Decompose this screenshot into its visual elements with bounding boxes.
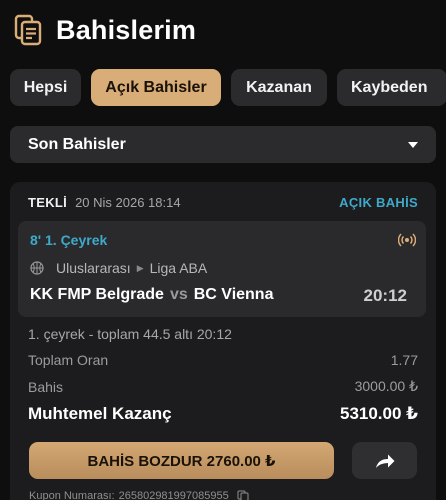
coupon-label: Kupon Numarası:	[29, 490, 115, 500]
bet-card-header: TEKLİ 20 Nis 2026 18:14 AÇIK BAHİS	[28, 193, 418, 211]
caret-down-icon	[408, 141, 418, 148]
copy-icon[interactable]	[237, 490, 249, 500]
share-button[interactable]	[352, 442, 417, 479]
stake-row: Bahis 3000.00 ₺	[28, 378, 418, 395]
potential-win-label: Muhtemel Kazanç	[28, 404, 172, 423]
vs-label: vs	[169, 286, 188, 303]
stake-value: 3000.00 ₺	[354, 378, 418, 394]
away-team: BC Vienna	[193, 286, 274, 303]
tab-all[interactable]: Hepsi	[10, 69, 81, 106]
betslip-icon	[14, 14, 42, 46]
stake-label: Bahis	[28, 378, 64, 395]
bet-selection: 1. çeyrek - toplam 44.5 altı 20:12	[28, 326, 232, 342]
cashout-button[interactable]: BAHİS BOZDUR 2760.00 ₺	[29, 442, 334, 479]
live-score: 20:12	[363, 286, 407, 305]
region-name: Uluslararası	[56, 260, 131, 276]
coupon-number: 265802981997085955	[118, 490, 229, 500]
coupon-number-row: Kupon Numarası: 265802981997085955	[29, 490, 249, 500]
potential-win-row: Muhtemel Kazanç 5310.00 ₺	[28, 404, 418, 424]
potential-win-value: 5310.00 ₺	[339, 404, 418, 423]
home-team: KK FMP Belgrade	[30, 286, 164, 303]
event-box[interactable]: 8' 1. Çeyrek Uluslararası ▶ Liga ABA KK …	[18, 221, 426, 317]
period-dropdown[interactable]: Son Bahisler	[10, 126, 436, 163]
page-header: Bahislerim	[14, 12, 196, 48]
basketball-icon	[30, 261, 44, 275]
total-odds-value: 1.77	[390, 352, 418, 368]
tab-won[interactable]: Kazanan	[231, 69, 327, 106]
tab-open-bets[interactable]: Açık Bahisler	[91, 69, 221, 106]
live-broadcast-icon	[398, 233, 416, 247]
total-odds-label: Toplam Oran	[28, 352, 109, 368]
league-name: Liga ABA	[149, 260, 208, 276]
tab-lost[interactable]: Kaybeden	[337, 69, 446, 106]
bet-date: 20 Nis 2026 18:14	[75, 194, 181, 210]
bet-card[interactable]: TEKLİ 20 Nis 2026 18:14 AÇIK BAHİS 8' 1.…	[10, 182, 436, 500]
total-odds-row: Toplam Oran 1.77	[28, 352, 418, 368]
league-info: Uluslararası ▶ Liga ABA	[30, 260, 207, 276]
page-title: Bahislerim	[56, 14, 197, 45]
match-teams: KK FMP Belgrade vs BC Vienna	[30, 286, 273, 304]
bet-filter-tabs: Hepsi Açık Bahisler Kazanan Kaybeden	[10, 69, 446, 106]
share-arrow-icon	[375, 454, 394, 468]
bet-type-label: TEKLİ	[28, 194, 68, 210]
dropdown-selected-value: Son Bahisler	[28, 135, 126, 153]
match-period: 8' 1. Çeyrek	[30, 232, 108, 248]
chevron-right-icon: ▶	[136, 262, 144, 273]
bet-status-badge: AÇIK BAHİS	[339, 194, 418, 210]
